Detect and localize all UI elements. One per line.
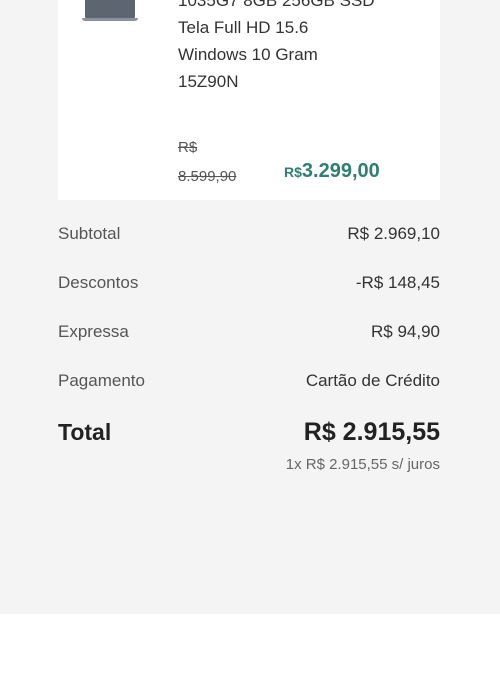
old-price-value: 8.599,90 bbox=[178, 168, 237, 185]
total-row: Total R$ 2.915,55 bbox=[58, 418, 440, 447]
product-name-line: 1035G7 8GB 256GB SSD bbox=[178, 0, 375, 10]
payment-row: Pagamento Cartão de Crédito bbox=[58, 371, 440, 391]
installments-text: 1x R$ 2.915,55 s/ juros bbox=[285, 456, 440, 473]
product-name-line: Tela Full HD 15.6 bbox=[178, 18, 309, 37]
laptop-icon bbox=[82, 0, 138, 22]
new-price-currency: R$ bbox=[284, 164, 302, 180]
subtotal-value: R$ 2.969,10 bbox=[347, 224, 440, 243]
product-name-line: 15Z90N bbox=[178, 72, 239, 91]
product-card: 1035G7 8GB 256GB SSD Tela Full HD 15.6 W… bbox=[58, 0, 440, 200]
discounts-value: -R$ 148,45 bbox=[355, 273, 440, 292]
shipping-label: Expressa bbox=[58, 322, 129, 341]
payment-method-value: Cartão de Crédito bbox=[305, 371, 440, 390]
subtotal-row: Subtotal R$ 2.969,10 bbox=[58, 224, 440, 244]
discounts-row: Descontos -R$ 148,45 bbox=[58, 273, 440, 293]
shipping-row: Expressa R$ 94,90 bbox=[58, 322, 440, 342]
discounts-label: Descontos bbox=[58, 273, 139, 292]
subtotal-label: Subtotal bbox=[58, 224, 121, 243]
payment-label: Pagamento bbox=[58, 371, 145, 390]
total-value: R$ 2.915,55 bbox=[303, 418, 440, 446]
product-name: 1035G7 8GB 256GB SSD Tela Full HD 15.6 W… bbox=[178, 0, 428, 95]
old-price-currency: R$ bbox=[178, 139, 198, 156]
product-name-line: Windows 10 Gram bbox=[178, 45, 318, 64]
new-price-value: 3.299,00 bbox=[301, 160, 380, 182]
total-label: Total bbox=[58, 419, 112, 445]
new-price: R$3.299,00 bbox=[284, 156, 380, 187]
old-price: R$ 8.599,90 bbox=[178, 133, 258, 191]
order-summary-panel: 1035G7 8GB 256GB SSD Tela Full HD 15.6 W… bbox=[0, 0, 500, 614]
shipping-value: R$ 94,90 bbox=[371, 322, 440, 341]
